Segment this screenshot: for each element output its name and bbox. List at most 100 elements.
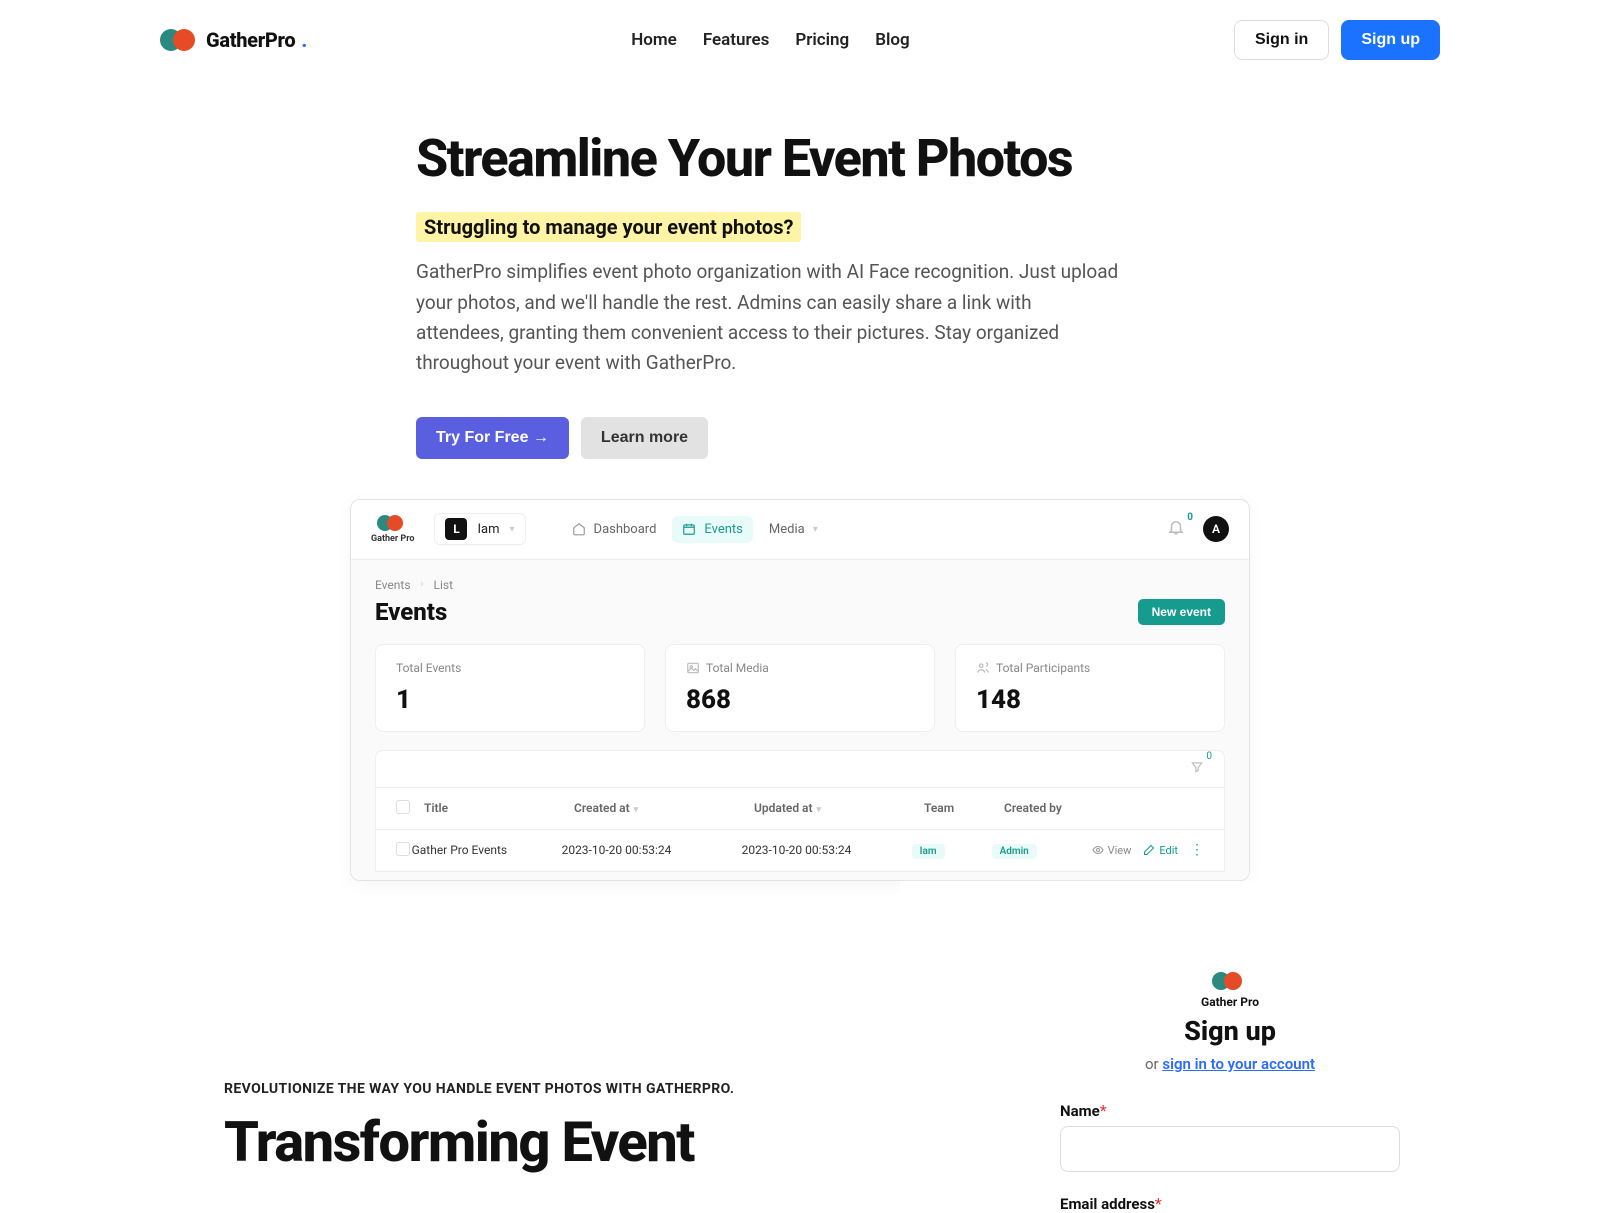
filter-icon bbox=[1190, 760, 1204, 774]
cell-title: Gather Pro Events bbox=[412, 843, 562, 857]
hero-headline: Streamline Your Event Photos bbox=[416, 130, 1120, 187]
app-topbar: Gather Pro L Iam ▾ Dashboard Ev bbox=[351, 500, 1249, 560]
stat-total-events: Total Events 1 bbox=[375, 644, 645, 732]
try-free-button[interactable]: Try For Free → bbox=[416, 417, 569, 459]
brand-name: GatherPro bbox=[206, 28, 295, 52]
nav-blog[interactable]: Blog bbox=[875, 30, 910, 50]
topbar-right: 0 A bbox=[1167, 516, 1229, 542]
stat-total-media: Total Media 868 bbox=[665, 644, 935, 732]
signup-brand: Gather Pro bbox=[1201, 995, 1259, 1009]
cell-updated: 2023-10-20 00:53:24 bbox=[742, 843, 912, 857]
team-tag: Iam bbox=[912, 844, 945, 859]
stat-value: 868 bbox=[686, 685, 914, 715]
nav-events[interactable]: Events bbox=[672, 516, 752, 543]
pencil-icon bbox=[1143, 844, 1155, 856]
app-logo-mark-icon bbox=[377, 514, 409, 532]
col-updated[interactable]: Updated at▾ bbox=[754, 801, 924, 815]
app-logo: Gather Pro bbox=[371, 514, 414, 544]
bell-icon bbox=[1167, 518, 1185, 536]
org-name: Iam bbox=[477, 522, 499, 537]
stat-label: Total Media bbox=[706, 661, 769, 675]
new-event-button[interactable]: New event bbox=[1138, 599, 1225, 625]
signup-alt-row: or sign in to your account bbox=[1060, 1055, 1400, 1073]
table-header: Title Created at▾ Updated at▾ Team Creat… bbox=[376, 788, 1224, 830]
signup-or-text: or bbox=[1145, 1055, 1162, 1073]
logo-mark-icon bbox=[160, 28, 200, 52]
user-avatar[interactable]: A bbox=[1203, 516, 1229, 542]
signin-button[interactable]: Sign in bbox=[1234, 20, 1329, 60]
features-heading: Transforming Event bbox=[224, 1113, 860, 1172]
signup-panel: Gather Pro Sign up or sign in to your ac… bbox=[900, 881, 1600, 1213]
home-icon bbox=[572, 522, 586, 536]
hero: Streamline Your Event Photos Struggling … bbox=[0, 80, 1280, 459]
app-body: Events › List Events New event Total Eve… bbox=[351, 560, 1249, 881]
page-title: Events bbox=[375, 598, 447, 626]
signin-link[interactable]: sign in to your account bbox=[1162, 1055, 1315, 1073]
table-row[interactable]: Gather Pro Events 2023-10-20 00:53:24 20… bbox=[376, 830, 1224, 871]
nav-media-label: Media bbox=[769, 522, 805, 537]
edit-button[interactable]: Edit bbox=[1143, 844, 1178, 857]
col-title[interactable]: Title bbox=[424, 801, 574, 815]
nav-auth: Sign in Sign up bbox=[1234, 20, 1440, 60]
learn-more-button[interactable]: Learn more bbox=[581, 417, 708, 459]
breadcrumb: Events › List bbox=[375, 578, 1225, 592]
hero-question: Struggling to manage your event photos? bbox=[416, 212, 801, 242]
required-icon: * bbox=[1155, 1194, 1162, 1213]
breadcrumb-current: List bbox=[434, 578, 454, 592]
users-icon bbox=[976, 661, 990, 675]
nav-pricing[interactable]: Pricing bbox=[795, 30, 849, 50]
logo-mark-icon bbox=[1212, 971, 1248, 991]
signup-title: Sign up bbox=[1060, 1015, 1400, 1047]
stat-label: Total Participants bbox=[996, 661, 1090, 675]
view-button[interactable]: View bbox=[1092, 844, 1132, 857]
filter-button[interactable]: 0 bbox=[1190, 759, 1204, 778]
app-top-nav: Dashboard Events Media ▾ bbox=[562, 516, 828, 543]
sort-icon: ▾ bbox=[634, 805, 639, 815]
top-nav: GatherPro . Home Features Pricing Blog S… bbox=[0, 0, 1600, 80]
notifications-button[interactable]: 0 bbox=[1167, 518, 1185, 540]
brand-dot-icon: . bbox=[301, 28, 307, 52]
col-created[interactable]: Created at▾ bbox=[574, 801, 754, 815]
nav-features[interactable]: Features bbox=[703, 30, 770, 50]
eye-icon bbox=[1092, 844, 1104, 856]
checkbox-all[interactable] bbox=[396, 800, 410, 814]
nav-dashboard-label: Dashboard bbox=[594, 522, 657, 537]
stat-total-participants: Total Participants 148 bbox=[955, 644, 1225, 732]
name-input[interactable] bbox=[1060, 1126, 1400, 1172]
creator-tag: Admin bbox=[992, 844, 1037, 859]
org-avatar: L bbox=[445, 518, 467, 540]
product-screenshot: Gather Pro L Iam ▾ Dashboard Ev bbox=[350, 499, 1250, 881]
signup-button[interactable]: Sign up bbox=[1341, 20, 1440, 60]
checkbox-row[interactable] bbox=[396, 842, 410, 856]
stats-row: Total Events 1 Total Media 868 Total Par… bbox=[375, 644, 1225, 732]
signup-logo: Gather Pro bbox=[1060, 971, 1400, 1009]
nav-media[interactable]: Media ▾ bbox=[759, 516, 828, 543]
email-label: Email address bbox=[1060, 1195, 1155, 1213]
name-field-group: Name* bbox=[1060, 1101, 1400, 1172]
more-menu-button[interactable]: ⋮ bbox=[1190, 842, 1204, 858]
breadcrumb-root[interactable]: Events bbox=[375, 578, 411, 592]
screenshot-container: Gather Pro L Iam ▾ Dashboard Ev bbox=[0, 459, 1600, 881]
stat-label: Total Events bbox=[396, 661, 624, 675]
nav-dashboard[interactable]: Dashboard bbox=[562, 516, 667, 543]
hero-description: GatherPro simplifies event photo organiz… bbox=[416, 257, 1120, 379]
features-overline: REVOLUTIONIZE THE WAY YOU HANDLE EVENT P… bbox=[224, 1081, 860, 1097]
brand-logo[interactable]: GatherPro . bbox=[160, 28, 307, 52]
split-section: REVOLUTIONIZE THE WAY YOU HANDLE EVENT P… bbox=[0, 881, 1600, 1213]
image-icon bbox=[686, 661, 700, 675]
hero-cta-row: Try For Free → Learn more bbox=[416, 417, 1120, 459]
nav-home[interactable]: Home bbox=[631, 30, 677, 50]
name-label: Name bbox=[1060, 1102, 1100, 1120]
col-team[interactable]: Team bbox=[924, 801, 1004, 815]
chevron-right-icon: › bbox=[421, 579, 424, 590]
col-created-by[interactable]: Created by bbox=[1004, 801, 1104, 815]
cell-created: 2023-10-20 00:53:24 bbox=[562, 843, 742, 857]
features-intro: REVOLUTIONIZE THE WAY YOU HANDLE EVENT P… bbox=[0, 881, 900, 1213]
chevron-down-icon: ▾ bbox=[813, 524, 818, 535]
calendar-icon bbox=[682, 522, 696, 536]
stat-value: 1 bbox=[396, 685, 624, 715]
email-field-group: Email address* bbox=[1060, 1194, 1400, 1213]
section-header: Events New event bbox=[375, 598, 1225, 626]
org-switcher[interactable]: L Iam ▾ bbox=[434, 513, 525, 545]
chevron-down-icon: ▾ bbox=[510, 524, 515, 535]
